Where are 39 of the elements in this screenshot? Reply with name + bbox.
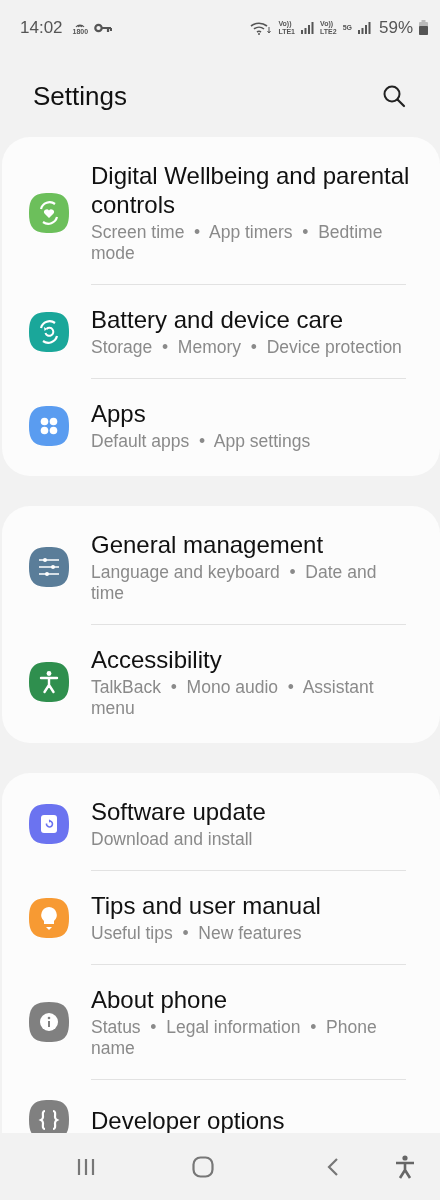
- item-summary: TalkBack • Mono audio • Assistant menu: [91, 677, 375, 719]
- settings-item[interactable]: Battery and device care Storage • Memory • Device protection: [2, 285, 440, 378]
- settings-item[interactable]: Software update Download and install: [2, 777, 440, 870]
- search-icon: [382, 84, 406, 108]
- clock-time: 14:02: [20, 17, 63, 38]
- item-title: Apps: [91, 399, 147, 428]
- item-title: Software update: [91, 797, 266, 826]
- item-summary: Language and keyboard • Date and time: [91, 562, 378, 604]
- item-title: Accessibility: [91, 645, 223, 674]
- recents-icon: [76, 1157, 96, 1176]
- key-icon: [94, 22, 113, 33]
- settings-item[interactable]: Accessibility TalkBack • Mono audio • Assistant menu: [2, 625, 440, 739]
- settings-item[interactable]: General management Language and keyboard • Date and time: [2, 510, 440, 624]
- item-title: Battery and device care: [91, 305, 345, 334]
- item-summary: Download and install: [91, 829, 254, 850]
- item-title: General management: [91, 530, 325, 559]
- settings-item[interactable]: Developer options: [2, 1080, 440, 1133]
- signal-icon: [357, 21, 371, 34]
- item-title: About phone: [91, 985, 229, 1014]
- settings-item[interactable]: About phone Status • Legal information • Phone name: [2, 965, 440, 1079]
- back-icon: [326, 1156, 340, 1177]
- settings-item[interactable]: Tips and user manual Useful tips • New features: [2, 871, 440, 964]
- signal-icon: [301, 21, 314, 34]
- item-summary: Useful tips • New features: [91, 923, 303, 944]
- item-summary: Status • Legal information • Phone name: [91, 1017, 378, 1059]
- item-summary: Storage • Memory • Device protection: [91, 337, 402, 358]
- page-title: Settings: [33, 80, 127, 112]
- item-title: Tips and user manual: [91, 891, 321, 920]
- accessibility-icon: [394, 1154, 416, 1179]
- wifi-icon: [250, 20, 273, 35]
- battery-percent: 59%: [378, 17, 413, 38]
- settings-item[interactable]: Apps Default apps • App settings: [2, 379, 440, 472]
- item-title: Developer options: [91, 1105, 285, 1133]
- item-summary: Screen time • App timers • Bedtime mode: [91, 222, 384, 264]
- item-summary: Default apps • App settings: [91, 431, 311, 452]
- battery-icon: [419, 20, 428, 35]
- settings-item[interactable]: Digital Wellbeing and parental controls Screen time • App timers • Bedtime mode: [2, 141, 440, 284]
- item-title: Digital Wellbeing and parental controls: [91, 161, 411, 219]
- home-icon: [192, 1155, 214, 1178]
